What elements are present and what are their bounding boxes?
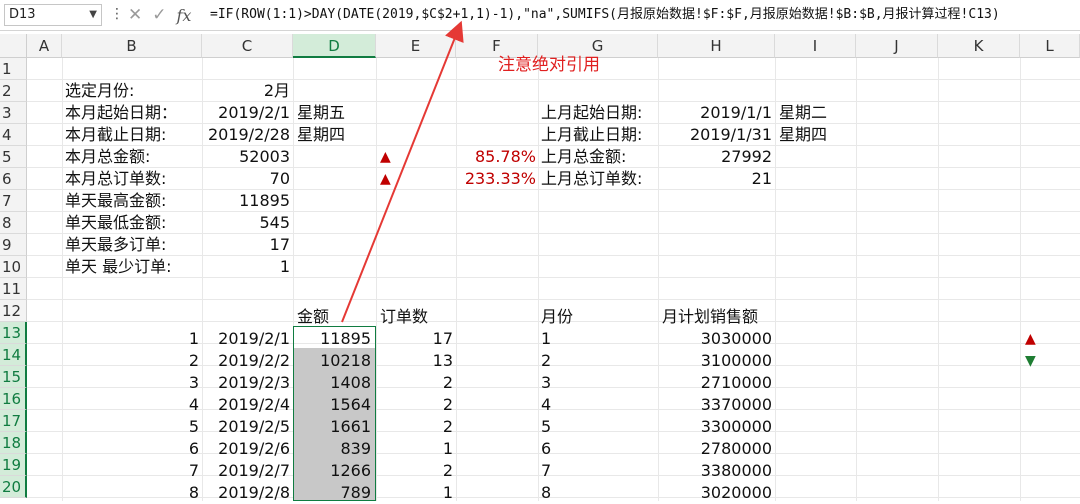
annotation-arrow-icon (341, 20, 464, 323)
